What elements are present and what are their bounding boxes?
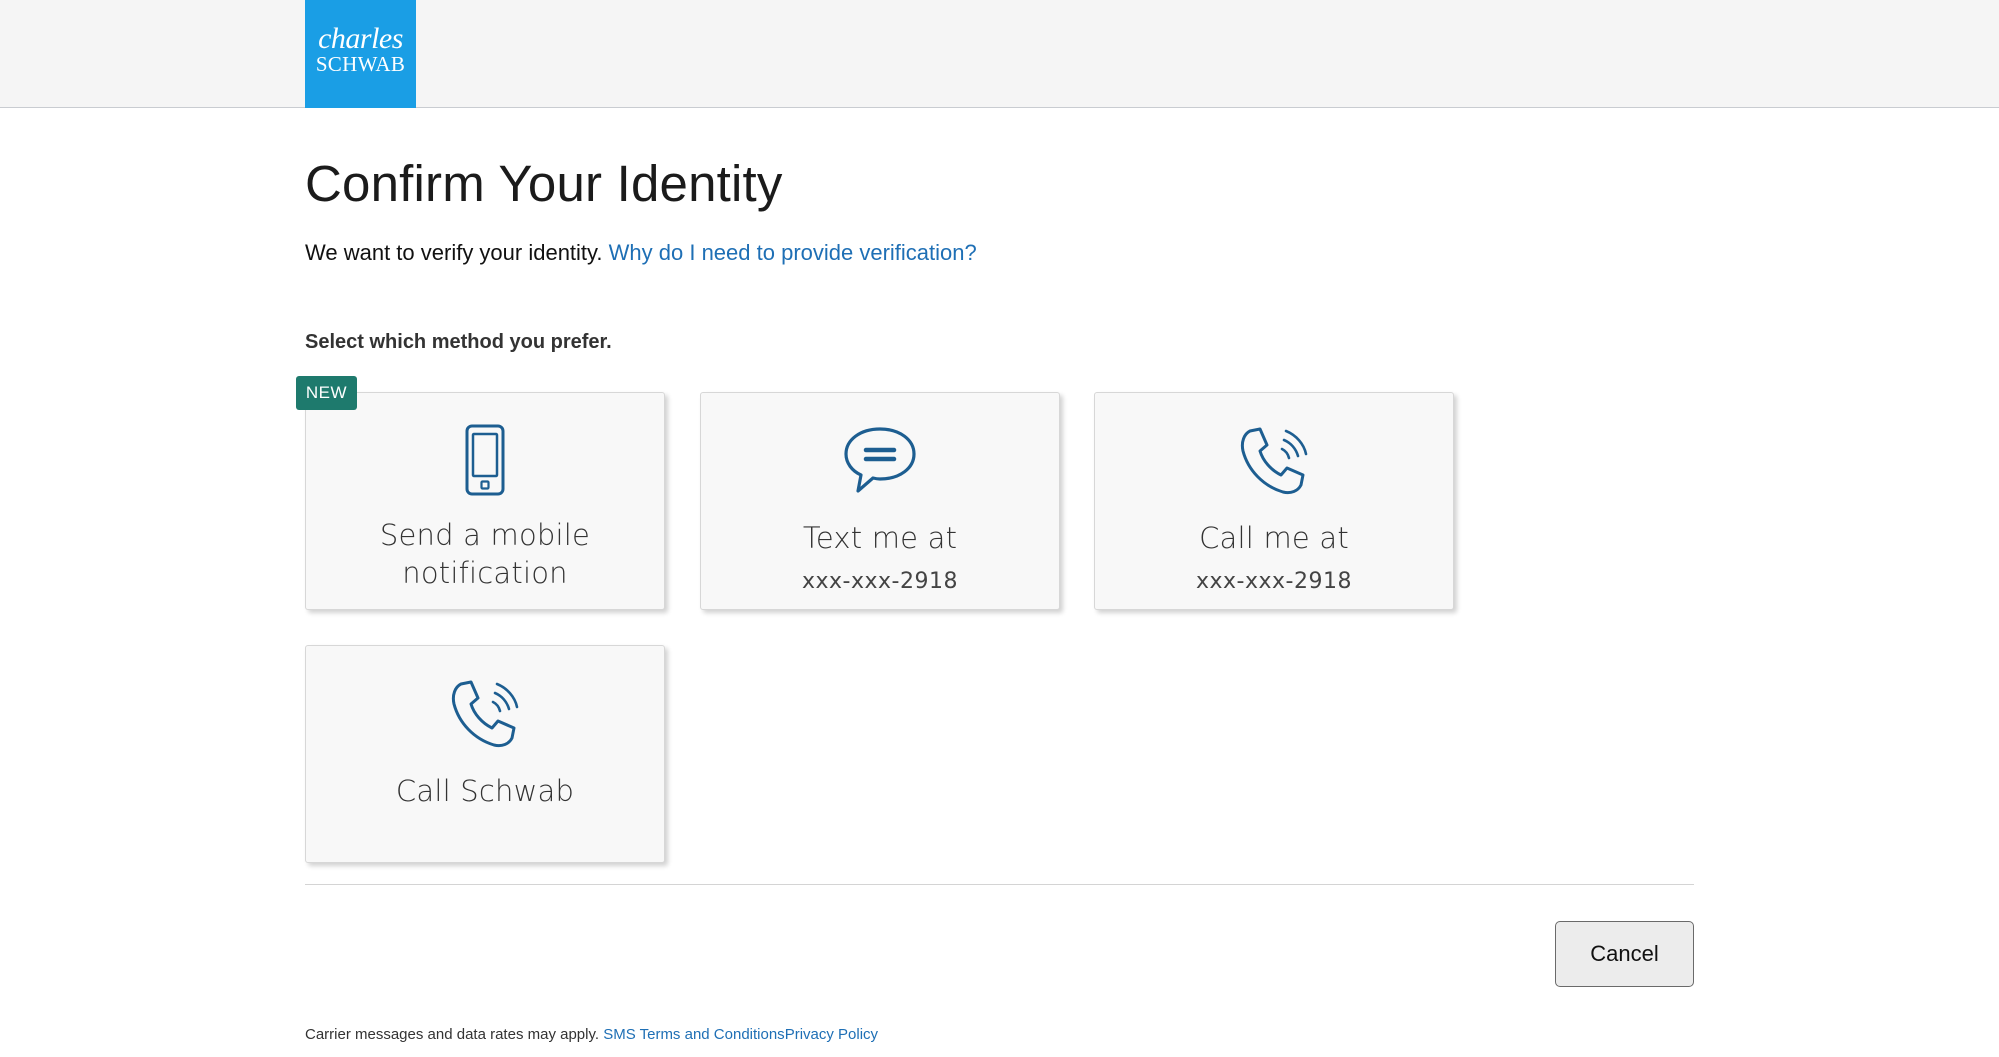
mobile-phone-icon	[465, 424, 505, 496]
cancel-button[interactable]: Cancel	[1555, 921, 1694, 987]
chat-bubble-icon	[844, 427, 916, 493]
intro-text: We want to verify your identity. Why do …	[305, 238, 977, 268]
method-title-line1: Send a mobile	[379, 518, 591, 552]
method-title: Send a mobile notification	[306, 516, 664, 592]
page-title: Confirm Your Identity	[305, 155, 783, 212]
phone-call-icon	[1240, 427, 1308, 495]
send-mobile-notification-option[interactable]: Send a mobile notification	[305, 392, 665, 610]
new-badge: NEW	[296, 376, 357, 410]
site-header: charles SCHWAB	[0, 0, 1999, 108]
method-title: Text me at	[802, 521, 958, 555]
charles-schwab-logo[interactable]: charles SCHWAB	[305, 0, 416, 108]
method-title: Call me at	[1199, 521, 1349, 555]
method-phone-number: xxx-xxx-2918	[1196, 569, 1352, 594]
section-divider	[305, 884, 1694, 885]
call-me-option[interactable]: Call me at xxx-xxx-2918	[1094, 392, 1454, 610]
carrier-rates-note: Carrier messages and data rates may appl…	[305, 1026, 600, 1043]
method-prompt: Select which method you prefer.	[305, 331, 612, 353]
method-title: Call Schwab	[395, 774, 575, 808]
footer-note: Carrier messages and data rates may appl…	[305, 1025, 878, 1045]
text-me-option[interactable]: Text me at xxx-xxx-2918	[700, 392, 1060, 610]
logo-line2: SCHWAB	[315, 52, 406, 76]
call-schwab-option[interactable]: Call Schwab	[305, 645, 665, 863]
sms-terms-link[interactable]: SMS Terms and Conditions	[603, 1026, 784, 1043]
phone-call-icon	[451, 680, 519, 748]
intro-statement: We want to verify your identity.	[305, 240, 603, 265]
logo-line1: charles	[318, 22, 403, 55]
why-verification-link[interactable]: Why do I need to provide verification?	[609, 240, 977, 265]
method-phone-number: xxx-xxx-2918	[802, 569, 958, 594]
privacy-policy-link[interactable]: Privacy Policy	[785, 1026, 878, 1043]
method-title-line2: notification	[402, 556, 568, 590]
